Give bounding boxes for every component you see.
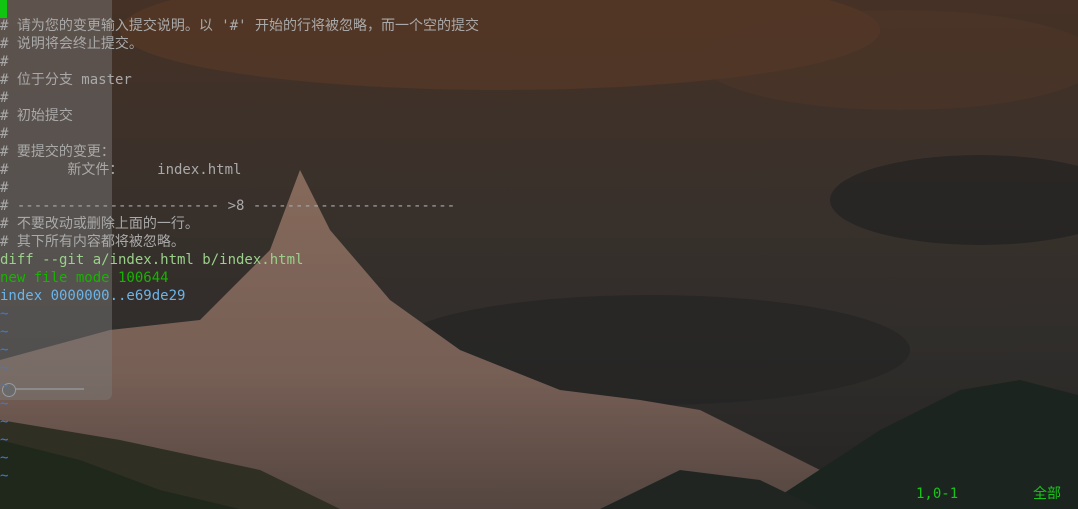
empty-line-tilde: ~ bbox=[0, 342, 9, 358]
vim-status-bar: 1,0-1 全部 bbox=[0, 485, 1078, 503]
empty-line-tilde: ~ bbox=[0, 324, 9, 340]
empty-line-tilde: ~ bbox=[0, 468, 9, 484]
vim-editor-buffer[interactable]: # 请为您的变更输入提交说明。以 '#' 开始的行将被忽略，而一个空的提交 # … bbox=[0, 17, 1078, 485]
cursor-position: 1,0-1 bbox=[916, 486, 959, 502]
comment-line: # bbox=[0, 90, 9, 106]
comment-line: # 新文件： index.html bbox=[0, 162, 242, 178]
comment-line: # bbox=[0, 180, 9, 196]
diff-index-line: index 0000000..e69de29 bbox=[0, 288, 186, 304]
comment-line: # 初始提交 bbox=[0, 108, 73, 124]
scroll-position: 全部 bbox=[1033, 486, 1061, 502]
empty-line-tilde: ~ bbox=[0, 306, 9, 322]
empty-line-tilde: ~ bbox=[0, 378, 9, 394]
empty-line-tilde: ~ bbox=[0, 396, 9, 412]
diff-new-file-line: new file mode 100644 bbox=[0, 270, 169, 286]
comment-line: # 请为您的变更输入提交说明。以 '#' 开始的行将被忽略，而一个空的提交 bbox=[0, 18, 479, 34]
empty-line-tilde: ~ bbox=[0, 432, 9, 448]
scissors-line: # ------------------------ >8 ----------… bbox=[0, 198, 456, 214]
empty-line-tilde: ~ bbox=[0, 414, 9, 430]
comment-line: # bbox=[0, 54, 9, 70]
empty-line-tilde: ~ bbox=[0, 360, 9, 376]
text-cursor bbox=[0, 0, 7, 18]
comment-line: # 不要改动或删除上面的一行。 bbox=[0, 216, 199, 232]
comment-line: # 其下所有内容都将被忽略。 bbox=[0, 234, 185, 250]
comment-line: # 说明将会终止提交。 bbox=[0, 36, 143, 52]
comment-line: # 位于分支 master bbox=[0, 72, 132, 88]
terminal-window[interactable]: # 请为您的变更输入提交说明。以 '#' 开始的行将被忽略，而一个空的提交 # … bbox=[0, 0, 1078, 509]
comment-line: # bbox=[0, 126, 9, 142]
diff-header-line: diff --git a/index.html b/index.html bbox=[0, 252, 304, 268]
empty-line-tilde: ~ bbox=[0, 450, 9, 466]
comment-line: # 要提交的变更： bbox=[0, 144, 115, 160]
